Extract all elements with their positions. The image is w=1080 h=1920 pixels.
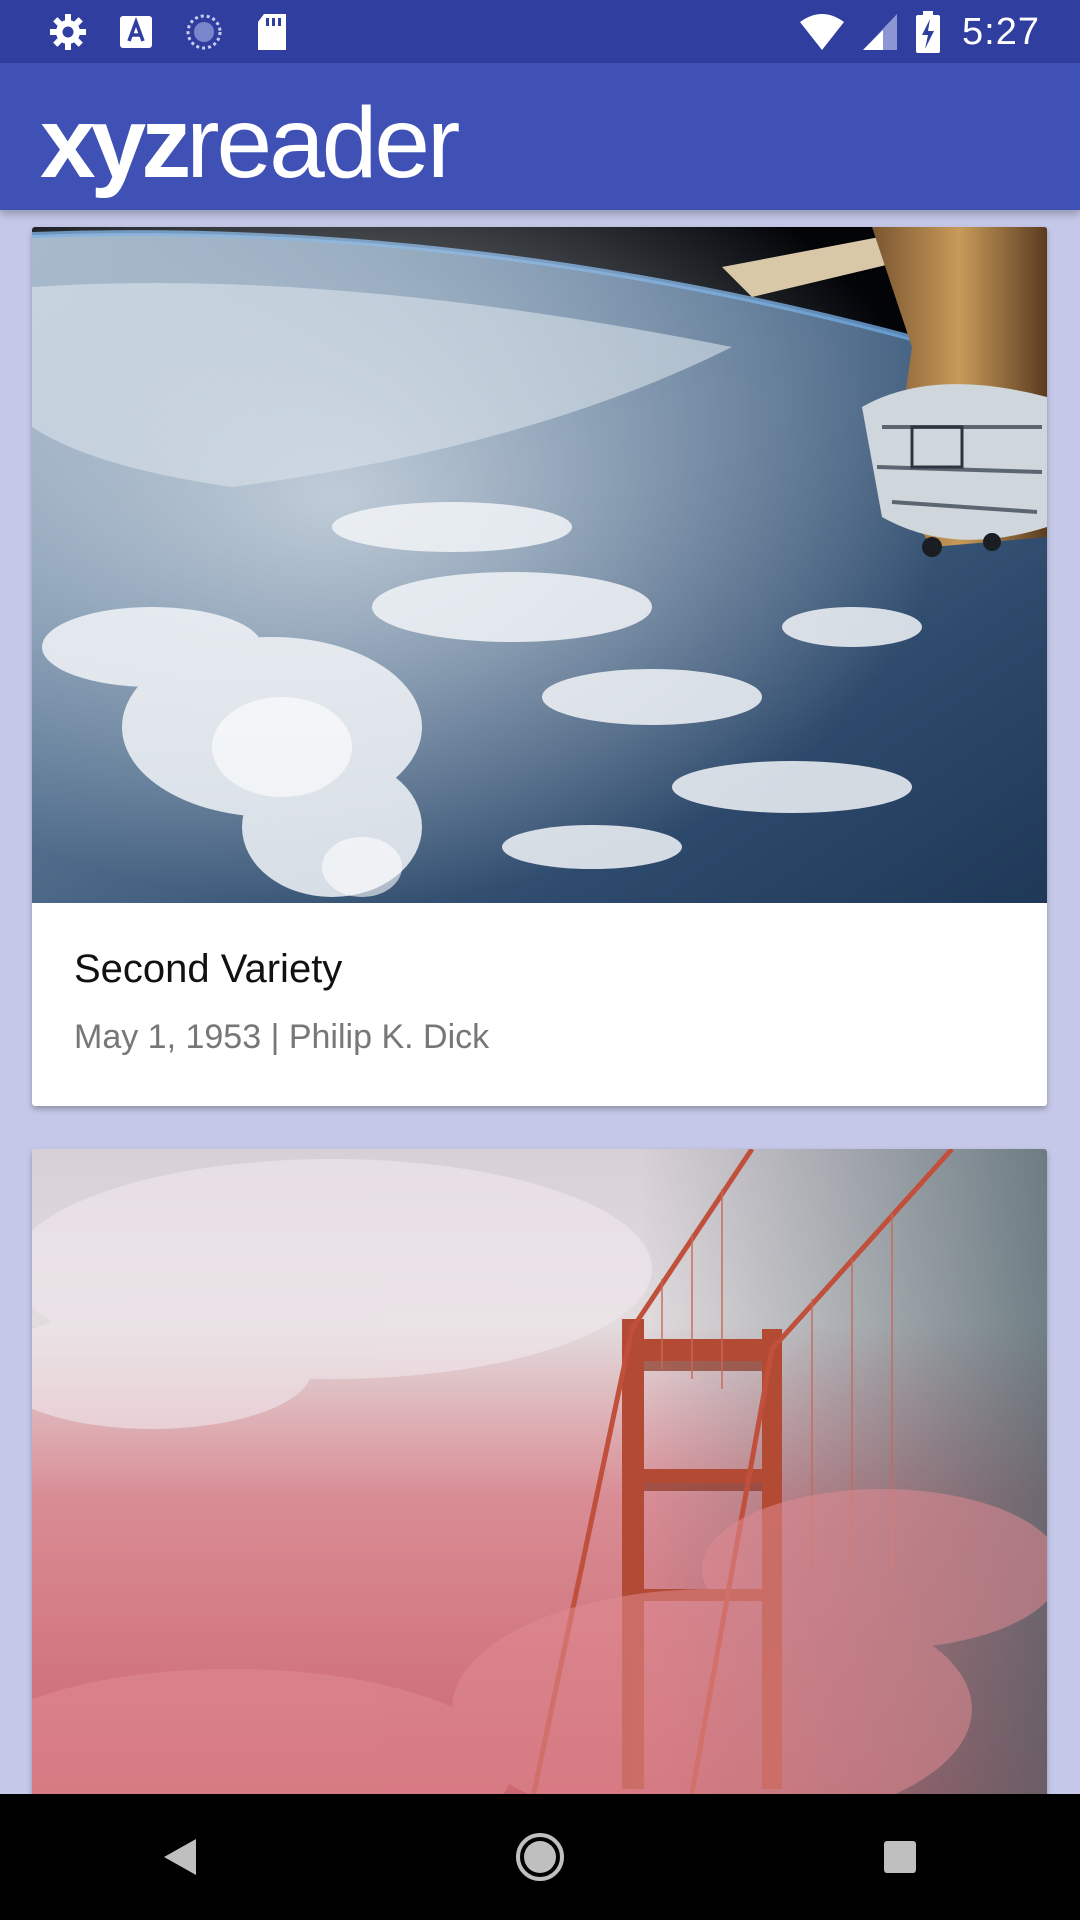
navigation-bar xyxy=(0,1794,1080,1920)
app-bar: xyzreader xyxy=(0,63,1080,210)
article-list[interactable]: Second Variety May 1, 1953 | Philip K. D… xyxy=(0,210,1080,1794)
wifi-icon xyxy=(798,12,846,52)
home-icon[interactable] xyxy=(495,1812,585,1902)
font-a-icon xyxy=(116,12,156,52)
sd-card-icon xyxy=(252,12,292,52)
app-logo: xyzreader xyxy=(40,83,460,203)
article-info: Second Variety May 1, 1953 | Philip K. D… xyxy=(32,903,1047,1057)
logo-bold-text: xyz xyxy=(40,87,191,199)
sync-circle-icon xyxy=(184,12,224,52)
article-card[interactable] xyxy=(32,1149,1047,1794)
status-clock: 5:27 xyxy=(962,10,1040,53)
article-thumbnail xyxy=(32,227,1047,903)
signal-icon xyxy=(860,12,900,52)
battery-charging-icon xyxy=(914,11,942,53)
logo-light-text: reader xyxy=(186,87,460,199)
article-thumbnail xyxy=(32,1149,1047,1794)
article-card[interactable]: Second Variety May 1, 1953 | Philip K. D… xyxy=(32,227,1047,1106)
notification-icons xyxy=(48,10,292,54)
back-icon[interactable] xyxy=(135,1812,225,1902)
system-icons: 5:27 xyxy=(798,8,1040,56)
recents-icon[interactable] xyxy=(855,1812,945,1902)
article-subtitle: May 1, 1953 | Philip K. Dick xyxy=(74,1018,490,1056)
settings-icon xyxy=(48,12,88,52)
article-title: Second Variety xyxy=(74,947,343,991)
status-bar: 5:27 xyxy=(0,0,1080,63)
